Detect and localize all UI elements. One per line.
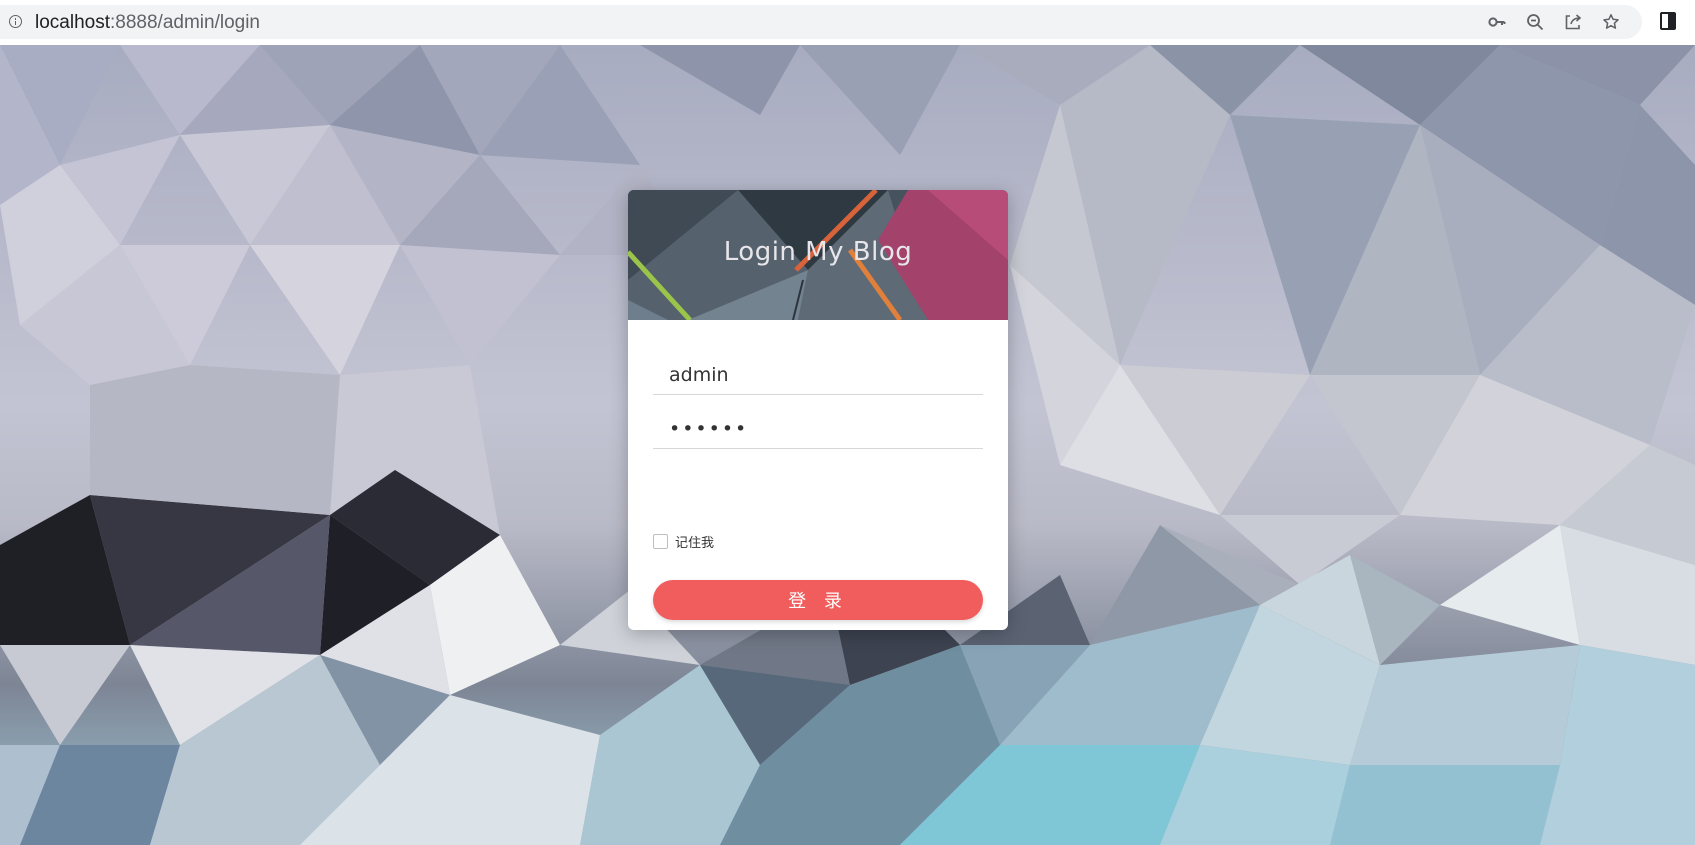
login-button[interactable]: 登 录 — [653, 580, 983, 620]
key-icon[interactable] — [1486, 11, 1508, 33]
login-card: Login My Blog 记住我 登 录 — [628, 190, 1008, 630]
url-text[interactable]: localhost:8888/admin/login — [35, 12, 260, 34]
url-path: :8888/admin/login — [110, 12, 260, 33]
address-bar[interactable]: localhost:8888/admin/login — [0, 5, 1642, 39]
page-background: Login My Blog 记住我 登 录 — [0, 45, 1695, 845]
remember-me[interactable]: 记住我 — [653, 532, 714, 551]
share-icon[interactable] — [1562, 11, 1584, 33]
remember-me-label[interactable]: 记住我 — [675, 532, 714, 551]
info-icon[interactable] — [9, 15, 22, 28]
browser-toolbar: localhost:8888/admin/login — [0, 0, 1695, 45]
username-input[interactable] — [653, 355, 983, 395]
zoom-out-icon[interactable] — [1524, 11, 1546, 33]
password-input[interactable] — [653, 409, 983, 449]
card-header: Login My Blog — [628, 190, 1008, 320]
url-host: localhost — [35, 12, 110, 33]
address-bar-actions — [1486, 11, 1622, 33]
star-icon[interactable] — [1600, 11, 1622, 33]
login-title: Login My Blog — [723, 237, 913, 267]
remember-me-checkbox[interactable] — [653, 534, 668, 549]
side-panel-icon[interactable] — [1660, 12, 1676, 30]
